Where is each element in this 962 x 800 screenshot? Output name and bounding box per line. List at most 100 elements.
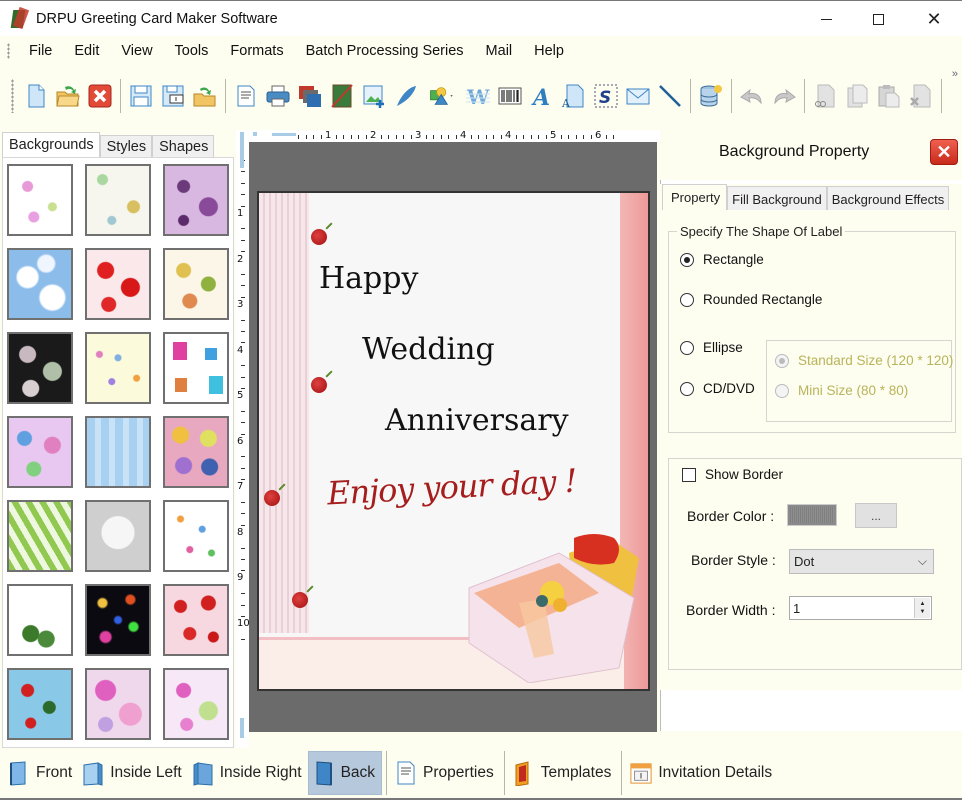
maximize-button[interactable] <box>854 1 902 37</box>
background-thumbnail-autumn-leaves[interactable] <box>163 248 229 320</box>
show-border-checkbox[interactable]: Show Border <box>682 467 783 482</box>
signature-pen-button[interactable] <box>390 80 422 112</box>
close-window-button[interactable]: ✕ <box>910 1 958 37</box>
background-thumbnail-santa-pattern[interactable] <box>7 668 73 740</box>
border-width-spinner[interactable]: ▲ ▼ <box>914 598 930 618</box>
insert-picture-button[interactable] <box>358 80 390 112</box>
border-color-swatch[interactable] <box>787 504 837 526</box>
radio-button[interactable] <box>680 381 694 396</box>
toolbar-overflow-button[interactable]: » <box>952 68 958 80</box>
radio-rectangle[interactable]: Rectangle <box>680 252 764 267</box>
shapes-button[interactable] <box>422 80 462 112</box>
save-as-button[interactable] <box>157 80 189 112</box>
print-button[interactable] <box>262 80 294 112</box>
card-text-enjoy[interactable]: Enjoy your day ! <box>326 461 577 512</box>
background-thumbnail-kids-doodles[interactable] <box>163 500 229 572</box>
card-text-anniversary[interactable]: Anniversary <box>385 403 569 438</box>
print-preview-button[interactable] <box>230 80 262 112</box>
front-page-button[interactable]: Front <box>4 751 78 795</box>
inside-right-page-button[interactable]: Inside Right <box>188 751 308 795</box>
menu-mail[interactable]: Mail <box>475 43 524 59</box>
background-thumbnail-white-heart[interactable] <box>85 500 151 572</box>
close-file-button[interactable] <box>84 80 116 112</box>
close-panel-button[interactable]: ✕ <box>930 139 958 165</box>
background-thumbnail-pink-circles[interactable] <box>163 416 229 488</box>
background-thumbnail-baby-doodles[interactable] <box>7 164 73 236</box>
background-thumbnail-dark-leaves[interactable] <box>7 332 73 404</box>
menu-formats[interactable]: Formats <box>219 43 294 59</box>
background-thumbnail-green-trees[interactable] <box>7 500 73 572</box>
background-thumbnail-fireworks[interactable] <box>85 584 151 656</box>
radio-rounded-rectangle[interactable]: Rounded Rectangle <box>680 292 822 307</box>
ruler-top-margin-handle[interactable] <box>240 132 244 168</box>
background-thumbnail-green-ornament[interactable] <box>7 584 73 656</box>
back-page-button[interactable]: Back <box>307 751 383 795</box>
save-button[interactable] <box>125 80 157 112</box>
background-thumbnail-red-hearts[interactable] <box>163 584 229 656</box>
background-thumbnail-pink-butterflies[interactable] <box>163 668 229 740</box>
background-thumbnail-purple-flowers[interactable] <box>163 164 229 236</box>
spin-down-icon[interactable]: ▼ <box>920 608 926 616</box>
redo-button[interactable] <box>768 80 800 112</box>
tab-backgrounds[interactable]: Backgrounds <box>2 132 100 158</box>
ruler-margin-handle[interactable] <box>272 133 296 136</box>
tab-background-effects[interactable]: Background Effects <box>826 186 950 210</box>
background-thumbnail-blue-snowflakes[interactable] <box>85 416 151 488</box>
card-text-happy[interactable]: Happy <box>319 261 418 296</box>
inside-left-page-button[interactable]: Inside Left <box>78 751 188 795</box>
background-thumbnail-sky-clouds[interactable] <box>7 248 73 320</box>
background-thumbnail-hearts-rows[interactable] <box>85 332 151 404</box>
tab-styles[interactable]: Styles <box>99 135 153 158</box>
radio-button[interactable] <box>680 340 694 355</box>
tab-fill-background[interactable]: Fill Background <box>727 186 827 210</box>
menu-view[interactable]: View <box>110 43 163 59</box>
barcode-button[interactable] <box>494 80 526 112</box>
menu-tools[interactable]: Tools <box>164 43 220 59</box>
background-thumbnail-baby-sketch[interactable] <box>85 164 151 236</box>
copy-button[interactable] <box>841 80 873 112</box>
paste-button[interactable] <box>873 80 905 112</box>
delete-button[interactable] <box>905 80 937 112</box>
batch-print-button[interactable] <box>294 80 326 112</box>
tab-shapes[interactable]: Shapes <box>152 135 215 158</box>
card-text-wedding[interactable]: Wedding <box>362 332 495 367</box>
invitation-details-button[interactable]: Invitation Details <box>626 751 778 795</box>
menu-file[interactable]: File <box>18 43 63 59</box>
radio-button[interactable] <box>680 292 694 307</box>
minimize-button[interactable] <box>802 1 850 37</box>
radio-cd-dvd[interactable]: CD/DVD <box>680 381 755 396</box>
cut-button[interactable] <box>809 80 841 112</box>
ruler-bottom-margin-handle[interactable] <box>240 718 244 738</box>
new-button[interactable] <box>20 80 52 112</box>
signature-button[interactable]: S <box>590 80 622 112</box>
menu-help[interactable]: Help <box>523 43 575 59</box>
database-button[interactable] <box>695 80 727 112</box>
menu-batch-processing[interactable]: Batch Processing Series <box>295 43 475 59</box>
toolbar-grip[interactable] <box>11 79 14 113</box>
border-width-input[interactable]: 1 ▲ ▼ <box>789 596 932 620</box>
border-style-dropdown[interactable]: Dot ⌵ <box>789 549 934 574</box>
line-button[interactable] <box>654 80 686 112</box>
spin-up-icon[interactable]: ▲ <box>920 600 926 608</box>
tab-property[interactable]: Property <box>662 184 728 210</box>
properties-button[interactable]: Properties <box>391 751 500 795</box>
export-button[interactable] <box>189 80 221 112</box>
background-thumbnail-strawberries[interactable] <box>85 248 151 320</box>
menu-grip[interactable] <box>7 43 10 59</box>
email-button[interactable] <box>622 80 654 112</box>
open-button[interactable] <box>52 80 84 112</box>
text-button[interactable]: A <box>526 80 558 112</box>
templates-button[interactable]: Templates <box>509 751 618 795</box>
border-color-picker-button[interactable]: ... <box>855 503 897 528</box>
text-document-button[interactable]: A <box>558 80 590 112</box>
radio-ellipse[interactable]: Ellipse <box>680 340 743 355</box>
background-thumbnail-colorful-flowers[interactable] <box>7 416 73 488</box>
background-thumbnail-pink-pompoms[interactable] <box>85 668 151 740</box>
undo-button[interactable] <box>736 80 768 112</box>
background-thumbnail-gift-boxes[interactable] <box>163 332 229 404</box>
crop-image-button[interactable] <box>326 80 358 112</box>
radio-button[interactable] <box>680 252 694 267</box>
greeting-card[interactable]: Happy Wedding Anniversary Enjoy your day… <box>257 191 650 691</box>
gift-box-image[interactable] <box>464 533 642 683</box>
wordart-button[interactable]: W <box>462 80 494 112</box>
